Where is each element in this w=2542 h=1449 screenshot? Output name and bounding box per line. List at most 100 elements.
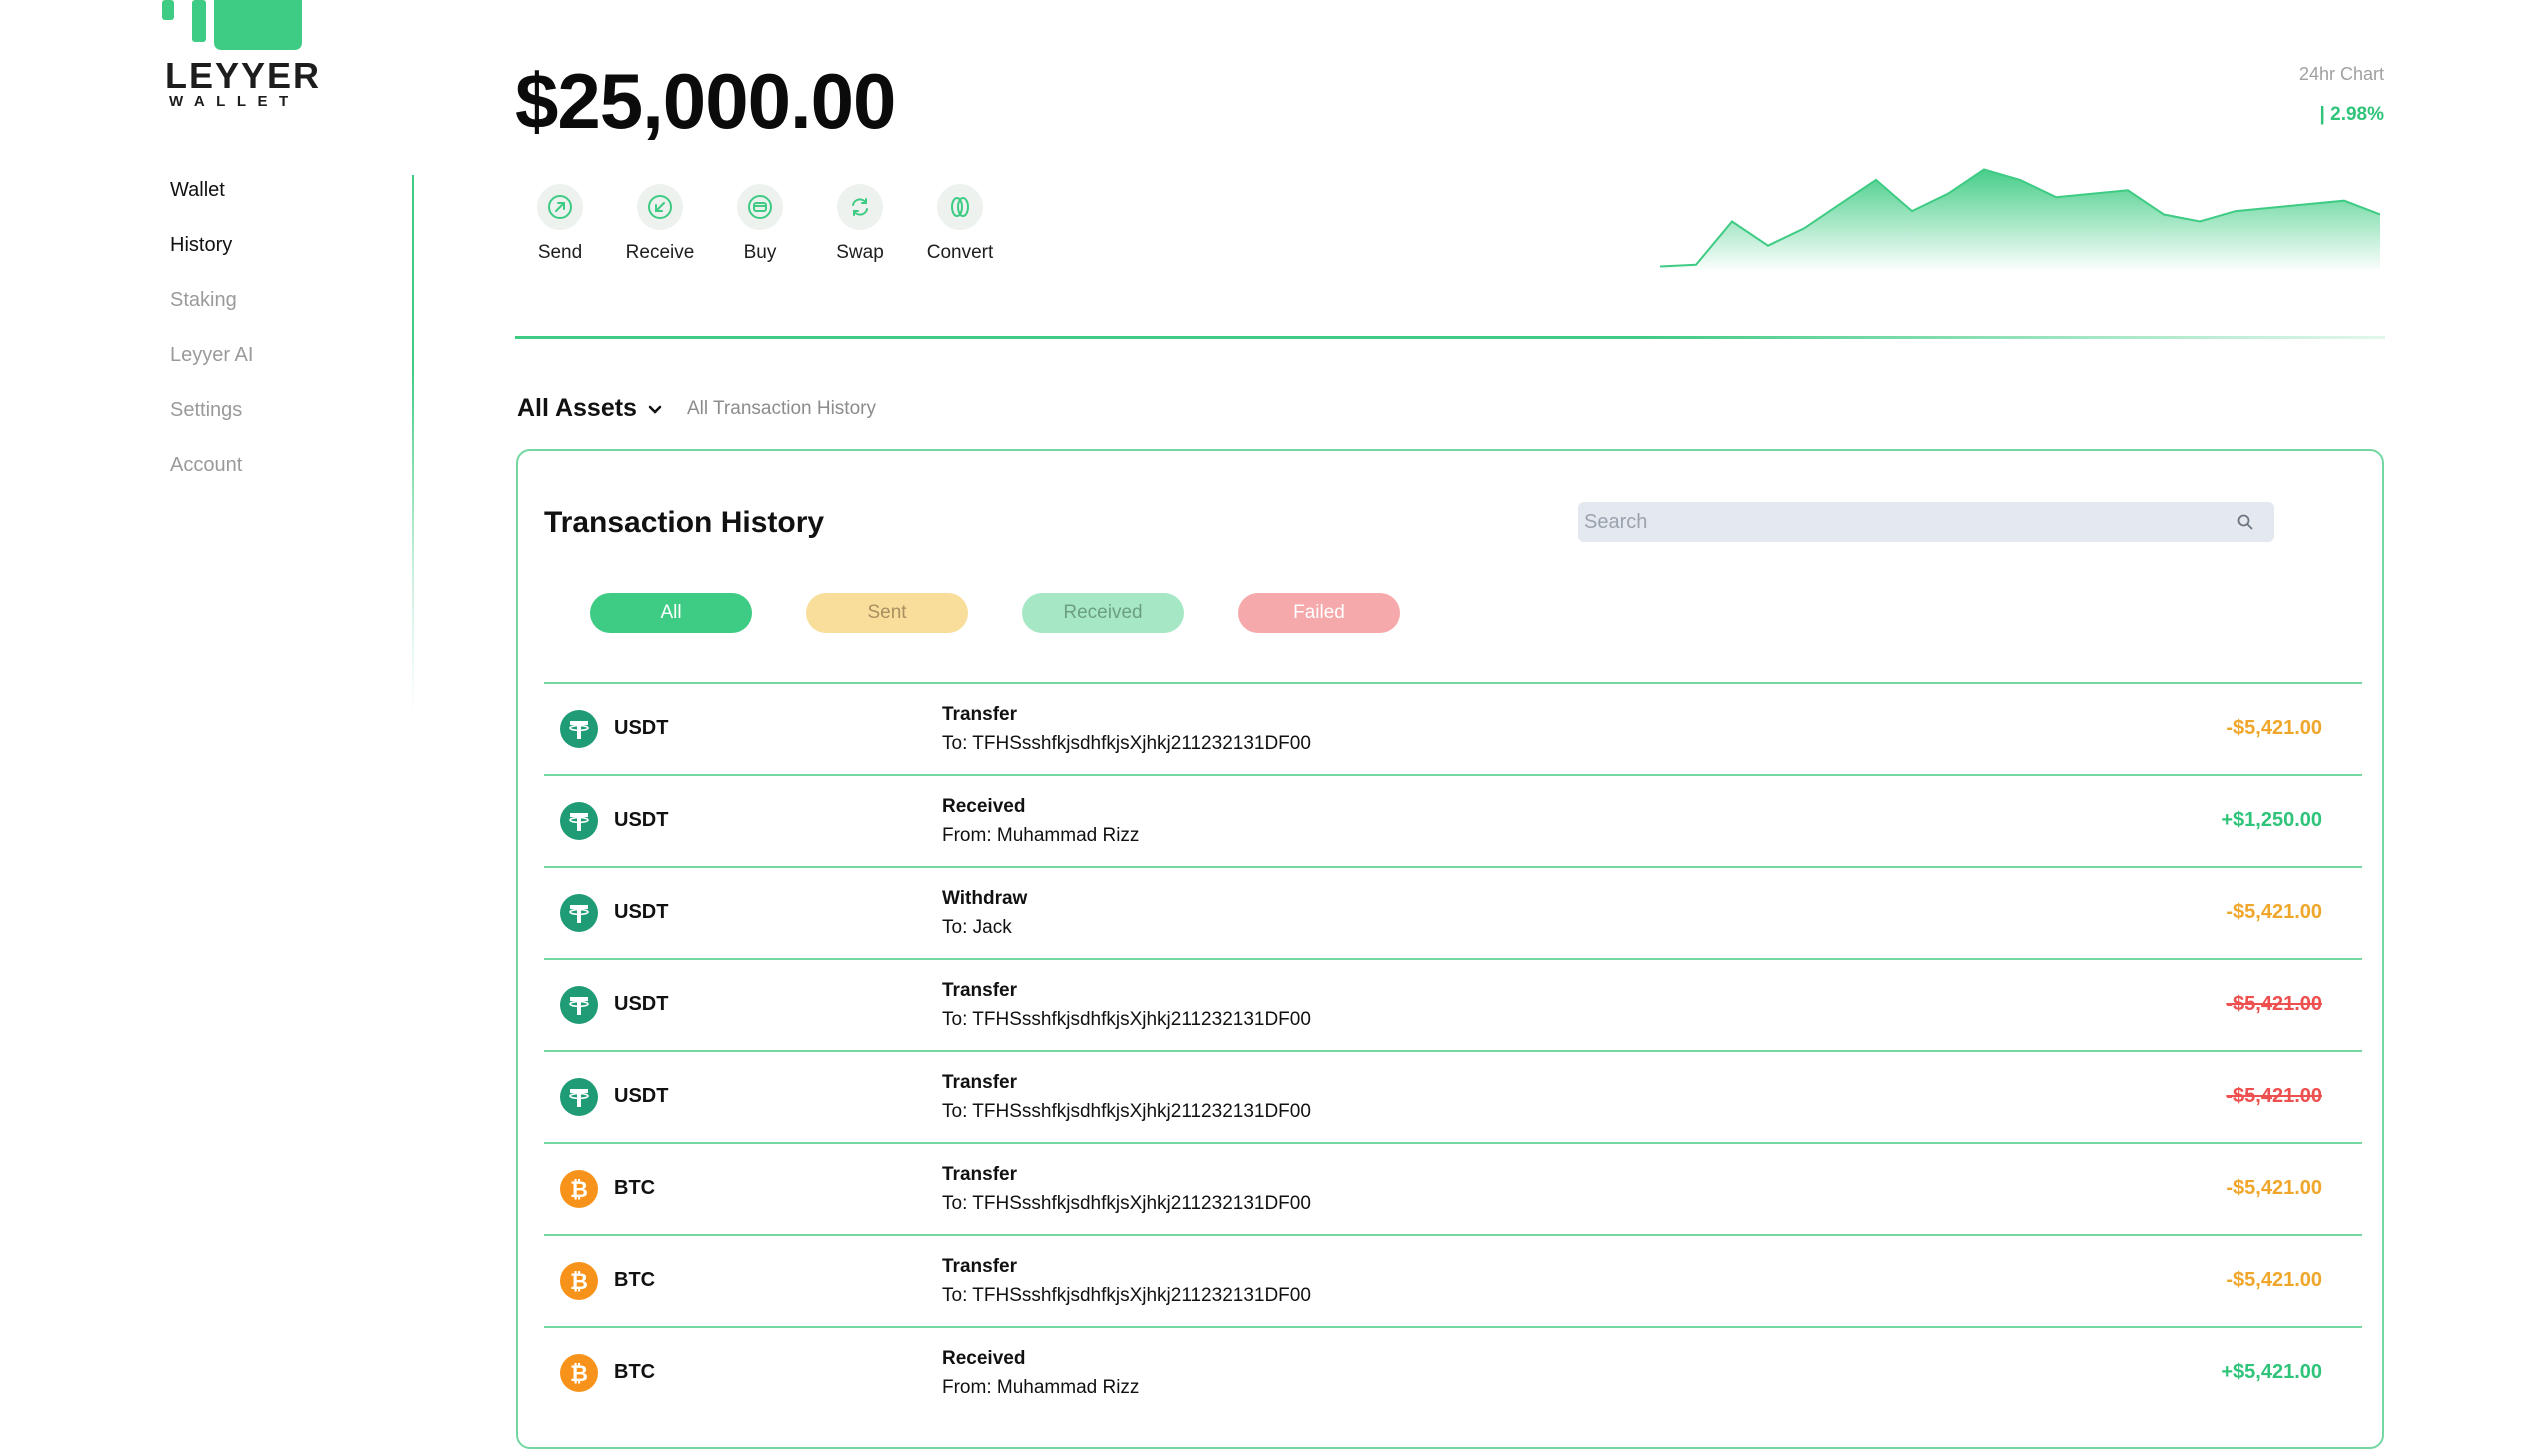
svg-text:₿: ₿	[570, 1270, 588, 1295]
transaction-row[interactable]: ₿ BTC Transfer To: TFHSsshfkjsdhfkjsXjhk…	[544, 1142, 2362, 1234]
sidebar-item-leyyer-ai[interactable]: Leyyer AI	[170, 340, 253, 395]
transaction-type: Transfer	[942, 704, 1017, 725]
transaction-amount: -$5,421.00	[2226, 901, 2322, 923]
usdt-icon	[560, 894, 598, 932]
coin-name: USDT	[614, 901, 669, 923]
status-filters: All Sent Received Failed	[590, 593, 1454, 633]
sidebar-nav: Wallet History Staking Leyyer AI Setting…	[170, 175, 253, 505]
transaction-detail: From: Muhammad Rizz	[942, 1377, 1140, 1398]
sidebar-item-account[interactable]: Account	[170, 450, 253, 505]
transaction-row[interactable]: USDT Transfer To: TFHSsshfkjsdhfkjsXjhkj…	[544, 958, 2362, 1050]
chart-change: | 2.98%	[2319, 104, 2384, 125]
chart-area	[1660, 169, 2380, 270]
filter-all[interactable]: All	[590, 593, 752, 633]
assets-subtitle: All Transaction History	[686, 397, 876, 419]
btc-icon: ₿	[560, 1170, 598, 1208]
chart-title: 24hr Chart	[2298, 64, 2384, 84]
transaction-row[interactable]: USDT Transfer To: TFHSsshfkjsdhfkjsXjhkj…	[544, 1050, 2362, 1142]
transaction-amount: +$1,250.00	[2221, 809, 2322, 831]
transaction-detail: From: Muhammad Rizz	[942, 825, 1140, 846]
send-button[interactable]: Send	[510, 184, 610, 264]
transaction-row[interactable]: USDT Withdraw To: Jack -$5,421.00	[544, 866, 2362, 958]
svg-text:₿: ₿	[570, 1362, 588, 1387]
transaction-detail: To: TFHSsshfkjsdhfkjsXjhkj211232131DF00	[942, 1193, 1311, 1214]
price-area-chart	[1660, 168, 2380, 270]
transaction-amount: -$5,421.00	[2226, 993, 2322, 1015]
header-divider	[515, 336, 2385, 339]
receive-button[interactable]: Receive	[610, 184, 710, 264]
arrow-down-left-icon	[648, 195, 672, 219]
search-input[interactable]	[1578, 502, 2274, 542]
transaction-amount: +$5,421.00	[2221, 1361, 2322, 1383]
receive-label: Receive	[625, 242, 695, 263]
transaction-row[interactable]: ₿ BTC Received From: Muhammad Rizz +$5,4…	[544, 1326, 2362, 1418]
btc-icon: ₿	[560, 1354, 598, 1392]
chevron-down-icon	[648, 405, 662, 414]
send-label: Send	[537, 242, 583, 263]
transaction-type: Transfer	[942, 980, 1017, 1001]
transaction-history-title: Transaction History	[544, 506, 825, 539]
swap-icon	[852, 198, 868, 216]
transaction-amount: -$5,421.00	[2226, 1085, 2322, 1107]
filter-received[interactable]: Received	[1022, 593, 1184, 633]
filter-failed[interactable]: Failed	[1238, 593, 1400, 633]
transaction-type: Withdraw	[942, 888, 1028, 909]
transaction-amount: -$5,421.00	[2226, 1177, 2322, 1199]
search-icon[interactable]	[2236, 513, 2254, 531]
wallet-balance: $25,000.00	[515, 57, 896, 145]
coins-icon	[951, 197, 969, 217]
convert-button[interactable]: Convert	[910, 184, 1010, 264]
transaction-amount: -$5,421.00	[2226, 1269, 2322, 1291]
usdt-icon	[560, 986, 598, 1024]
transaction-detail: To: TFHSsshfkjsdhfkjsXjhkj211232131DF00	[942, 1285, 1311, 1306]
convert-label: Convert	[926, 242, 994, 263]
arrow-up-right-icon	[548, 195, 572, 219]
transaction-row[interactable]: USDT Received From: Muhammad Rizz +$1,25…	[544, 774, 2362, 866]
transaction-type: Transfer	[942, 1072, 1017, 1093]
transaction-list: USDT Transfer To: TFHSsshfkjsdhfkjsXjhkj…	[544, 682, 2362, 1418]
buy-button[interactable]: Buy	[710, 184, 810, 264]
usdt-icon	[560, 1078, 598, 1116]
coin-name: BTC	[614, 1177, 656, 1199]
swap-label: Swap	[836, 242, 884, 263]
coin-name: USDT	[614, 993, 669, 1015]
brand-logo[interactable]: LEYYER WALLET	[160, 0, 319, 112]
filter-sent[interactable]: Sent	[806, 593, 968, 633]
transaction-type: Transfer	[942, 1164, 1017, 1185]
transaction-type: Received	[942, 796, 1026, 817]
coin-name: BTC	[614, 1361, 656, 1383]
transaction-detail: To: TFHSsshfkjsdhfkjsXjhkj211232131DF00	[942, 1101, 1311, 1122]
coin-name: USDT	[614, 1085, 669, 1107]
usdt-icon	[560, 710, 598, 748]
coin-name: USDT	[614, 717, 669, 739]
btc-icon: ₿	[560, 1262, 598, 1300]
transaction-row[interactable]: USDT Transfer To: TFHSsshfkjsdhfkjsXjhkj…	[544, 682, 2362, 774]
svg-text:₿: ₿	[570, 1178, 588, 1203]
brand-sub: WALLET	[169, 93, 300, 110]
sidebar-divider	[412, 175, 414, 715]
brand-name: LEYYER	[165, 55, 322, 96]
assets-label: All Assets	[517, 394, 637, 422]
transaction-amount: -$5,421.00	[2226, 717, 2322, 739]
transaction-detail: To: TFHSsshfkjsdhfkjsXjhkj211232131DF00	[942, 1009, 1311, 1030]
sidebar-item-settings[interactable]: Settings	[170, 395, 253, 450]
transaction-detail: To: Jack	[942, 917, 1012, 938]
assets-selector-row: All Assets All Transaction History	[517, 394, 876, 423]
all-assets-dropdown[interactable]: All Assets	[517, 394, 663, 423]
sidebar-item-history[interactable]: History	[170, 230, 253, 285]
coin-name: BTC	[614, 1269, 656, 1291]
sidebar-item-wallet[interactable]: Wallet	[170, 175, 253, 230]
usdt-icon	[560, 802, 598, 840]
transaction-detail: To: TFHSsshfkjsdhfkjsXjhkj211232131DF00	[942, 733, 1311, 754]
swap-button[interactable]: Swap	[810, 184, 910, 264]
transaction-type: Received	[942, 1348, 1026, 1369]
transaction-row[interactable]: ₿ BTC Transfer To: TFHSsshfkjsdhfkjsXjhk…	[544, 1234, 2362, 1326]
transaction-history-card: Transaction History All Sent Received Fa…	[516, 449, 2384, 1449]
logo-mark-icon	[162, 0, 302, 50]
sidebar-item-staking[interactable]: Staking	[170, 285, 253, 340]
coin-name: USDT	[614, 809, 669, 831]
buy-label: Buy	[743, 242, 777, 263]
quick-actions: Send Receive Buy Swap Convert	[510, 184, 1010, 264]
card-icon	[748, 195, 772, 219]
transaction-type: Transfer	[942, 1256, 1017, 1277]
